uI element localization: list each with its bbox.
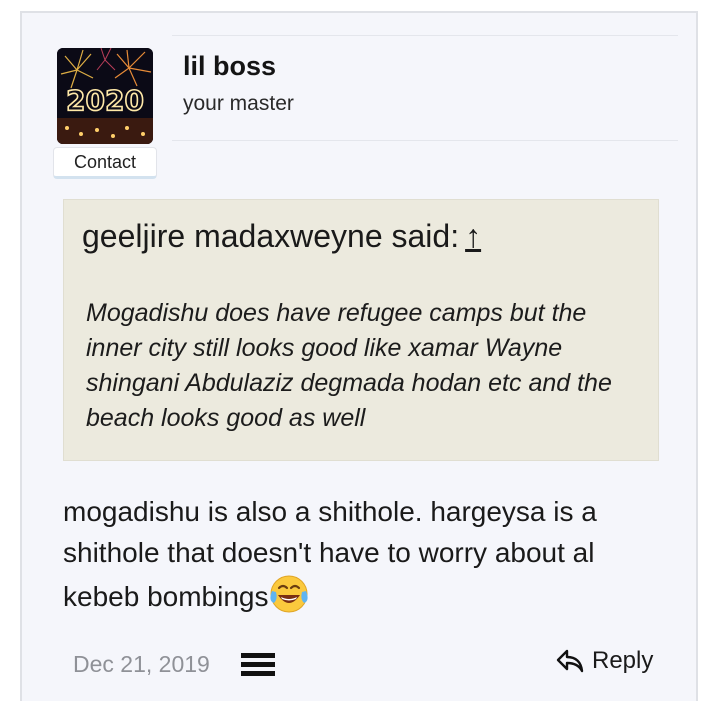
post-date[interactable]: Dec 21, 2019: [73, 651, 210, 678]
message-text: mogadishu is also a shithole. hargeysa i…: [63, 496, 597, 612]
user-title: your master: [183, 92, 294, 115]
hamburger-menu-icon[interactable]: [241, 653, 275, 677]
reply-button[interactable]: Reply: [556, 647, 653, 675]
svg-text:2020: 2020: [66, 84, 144, 117]
message-body: mogadishu is also a shithole. hargeysa i…: [63, 491, 663, 617]
username-link[interactable]: lil boss: [183, 51, 276, 82]
user-info: lil boss your master: [172, 35, 678, 141]
reply-arrow-icon: [556, 649, 584, 673]
quote-block: geeljire madaxweyne said: ↑ Mogadishu doe…: [63, 199, 659, 461]
quote-author: geeljire madaxweyne said:: [82, 218, 460, 254]
avatar[interactable]: 2020: [57, 48, 153, 144]
tears-of-joy-emoji-icon: [268, 573, 310, 615]
quote-jump-link[interactable]: ↑: [465, 218, 481, 254]
reply-label: Reply: [592, 647, 654, 674]
quote-attribution: geeljire madaxweyne said: ↑: [82, 218, 481, 255]
forum-post: 2020 Contact lil boss your master geelji…: [20, 11, 698, 701]
avatar-fireworks-image: 2020: [57, 48, 153, 144]
contact-button[interactable]: Contact: [53, 147, 157, 179]
quote-text: Mogadishu does have refugee camps but th…: [86, 299, 612, 432]
